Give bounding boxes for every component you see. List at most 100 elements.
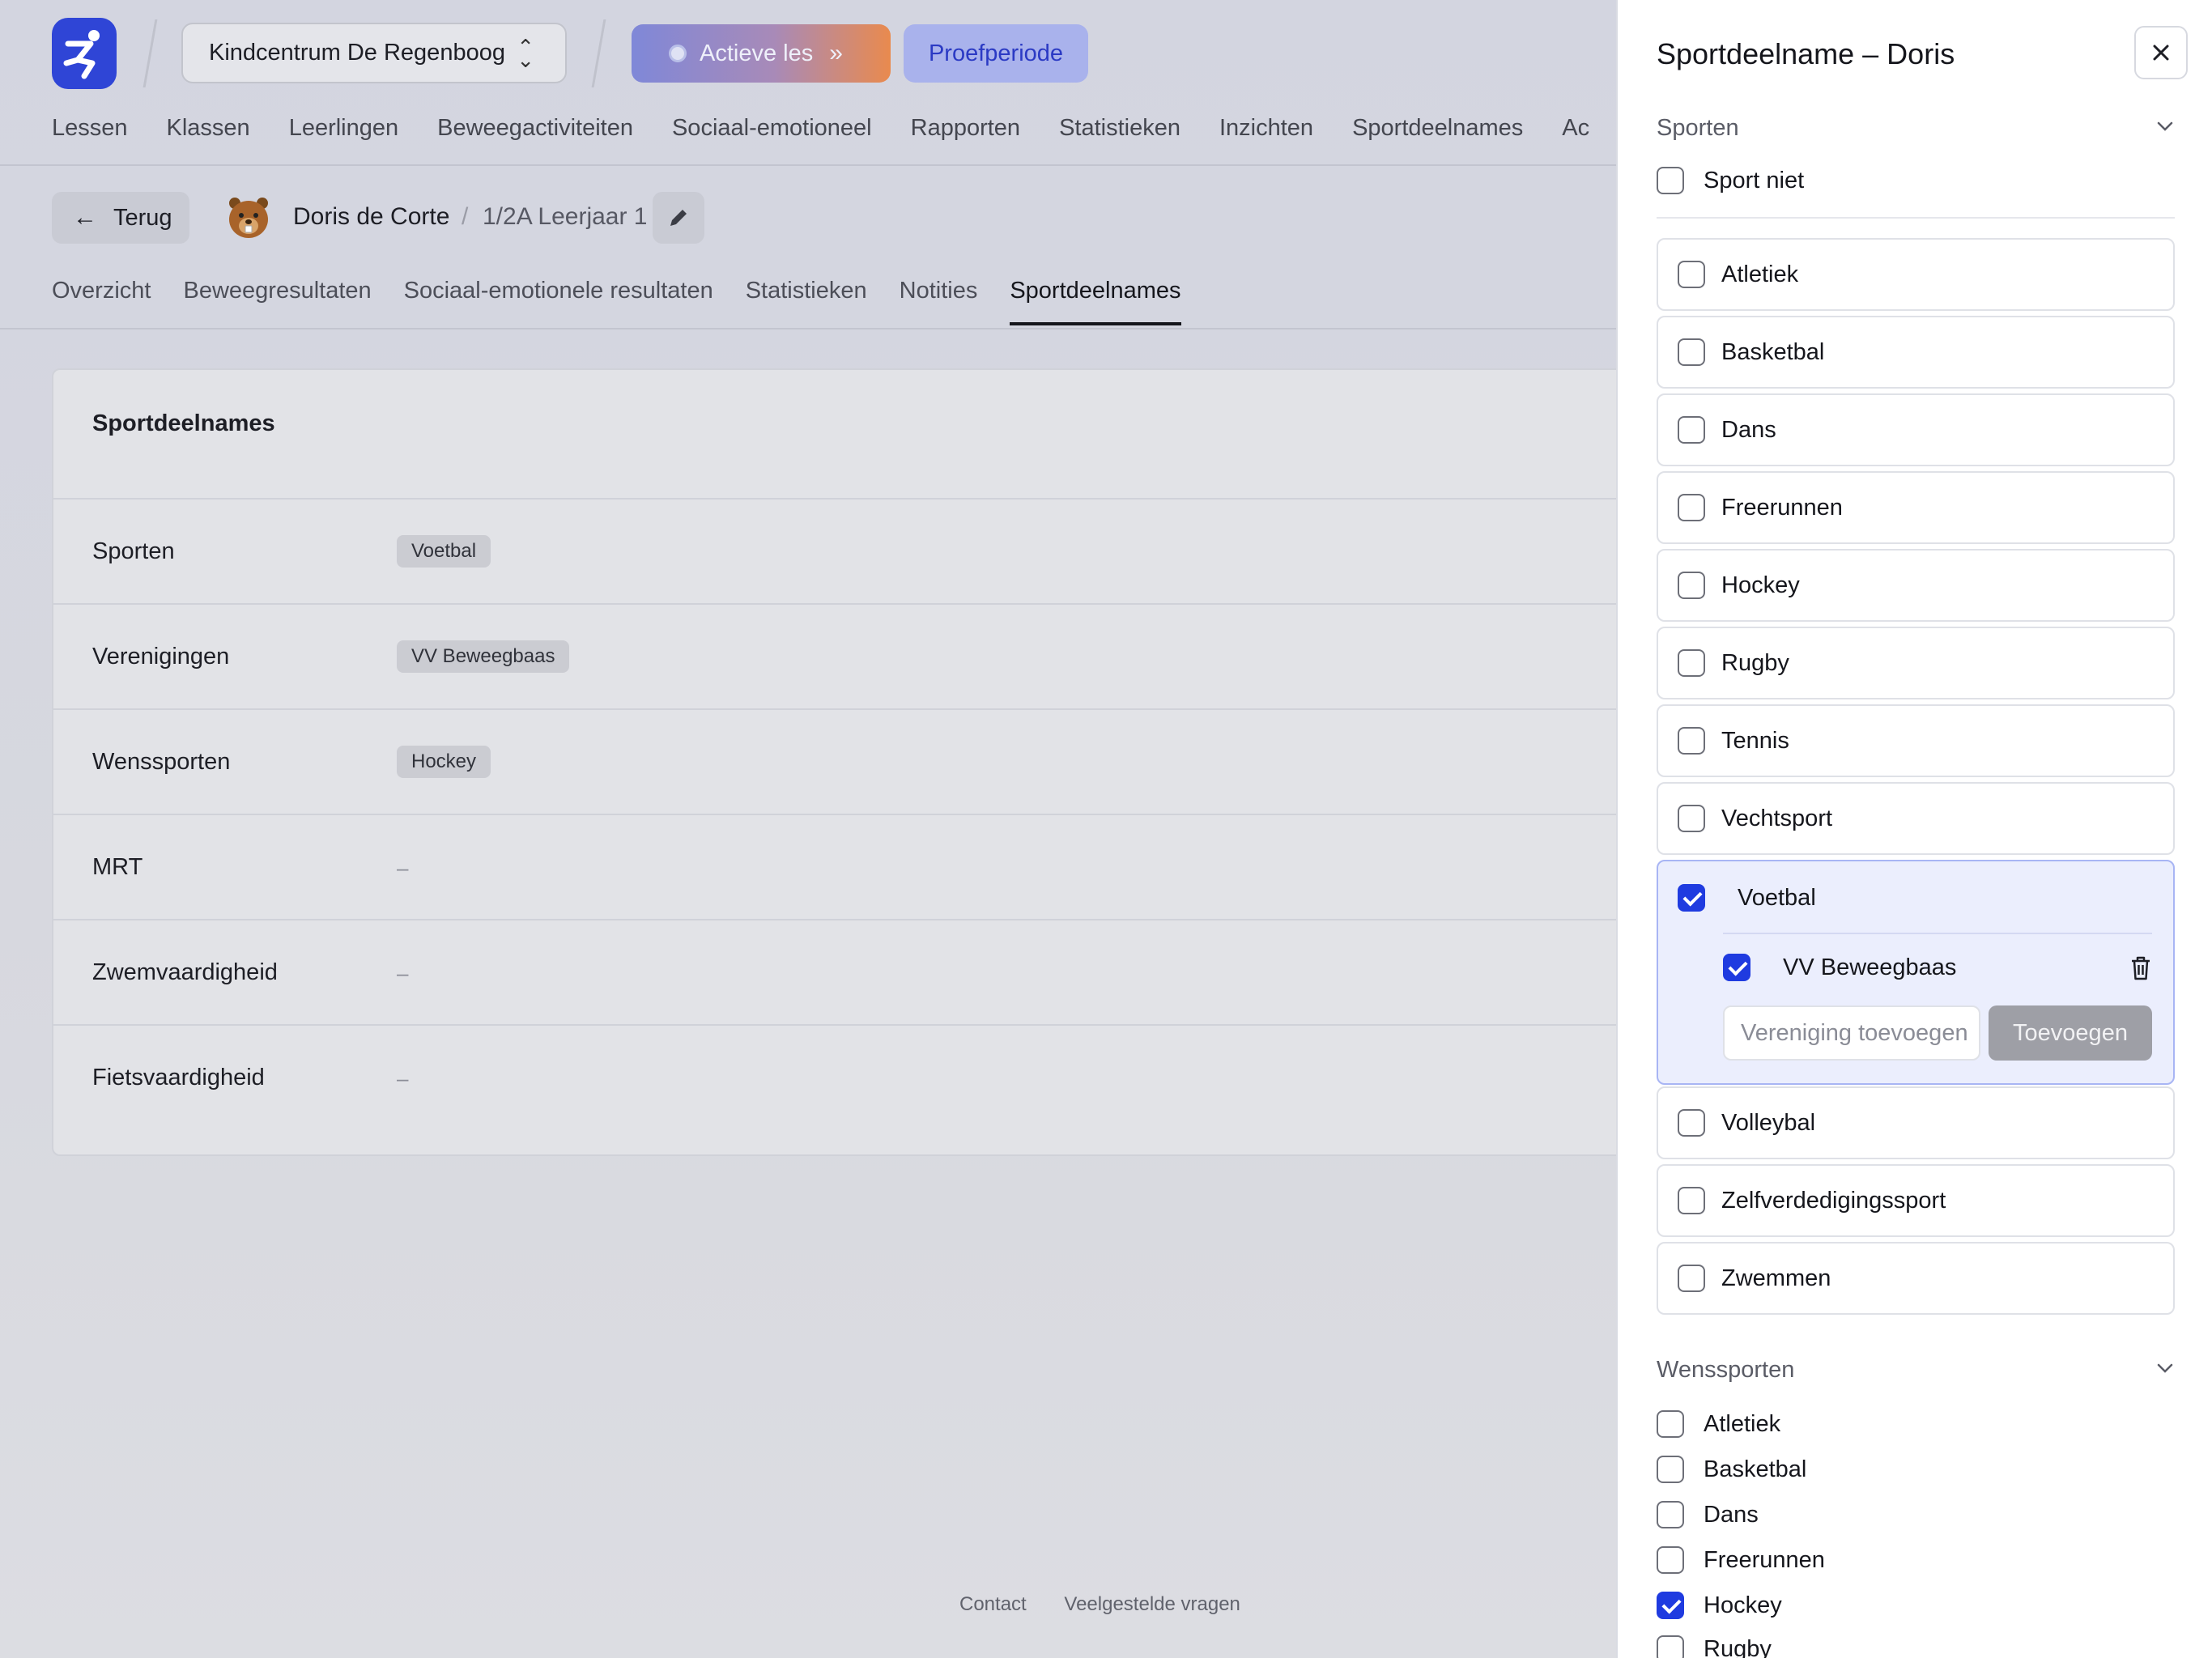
checkbox[interactable] — [1678, 261, 1705, 288]
chevron-updown-icon: ⌃ ⌄ — [517, 35, 534, 72]
empty-value: – — [397, 1066, 409, 1090]
checkbox[interactable] — [1678, 805, 1705, 832]
nav-leerlingen[interactable]: Leerlingen — [289, 115, 398, 142]
checkbox[interactable] — [1657, 1501, 1684, 1528]
sport-option-hockey[interactable]: Hockey — [1657, 549, 2175, 622]
footer-link-contact[interactable]: Contact — [959, 1593, 1027, 1615]
checkbox-checked[interactable] — [1657, 1592, 1684, 1619]
chevron-down-icon — [2157, 1363, 2173, 1373]
sport-option-basketbal[interactable]: Basketbal — [1657, 316, 2175, 389]
option-label: Basketbal — [1704, 1456, 1807, 1482]
club-option[interactable]: VV Beweegbaas — [1723, 954, 1956, 981]
back-button-label: Terug — [113, 204, 172, 231]
wish-sport-chip: Hockey — [397, 746, 491, 778]
checkbox[interactable] — [1678, 1265, 1705, 1292]
sports-section-header[interactable]: Sporten — [1657, 115, 2175, 142]
tab-sociaal-emotionele-resultaten[interactable]: Sociaal-emotionele resultaten — [404, 278, 713, 325]
checkbox[interactable] — [1678, 338, 1705, 366]
sport-option-voetbal[interactable]: Voetbal VV Beweegbaas Toevoegen — [1657, 860, 2175, 1085]
student-tabs: Overzicht Beweegresultaten Sociaal-emoti… — [52, 278, 1214, 325]
nav-sociaal-emotioneel[interactable]: Sociaal-emotioneel — [672, 115, 872, 142]
sport-option-head[interactable]: Voetbal — [1678, 884, 1816, 912]
checkbox[interactable] — [1657, 1456, 1684, 1483]
checkbox[interactable] — [1678, 1109, 1705, 1137]
school-select-label: Kindcentrum De Regenboog — [209, 40, 505, 66]
checkbox[interactable] — [1678, 572, 1705, 599]
row-label: Sporten — [92, 538, 175, 564]
club-input[interactable] — [1723, 1005, 1980, 1061]
checkbox[interactable] — [1657, 167, 1684, 194]
checkbox[interactable] — [1657, 1410, 1684, 1438]
nav-rapporten[interactable]: Rapporten — [911, 115, 1020, 142]
sport-option-zwemmen[interactable]: Zwemmen — [1657, 1242, 2175, 1315]
top-bar: Kindcentrum De Regenboog ⌃ ⌄ Actieve les … — [0, 0, 1616, 166]
option-label: Hockey — [1704, 1592, 1782, 1618]
wish-option-dans[interactable]: Dans — [1657, 1501, 1759, 1528]
nav-klassen[interactable]: Klassen — [167, 115, 250, 142]
tab-overzicht[interactable]: Overzicht — [52, 278, 151, 325]
option-label: Rugby — [1721, 649, 1789, 676]
club-label: VV Beweegbaas — [1783, 954, 1957, 980]
close-button[interactable] — [2134, 26, 2188, 79]
nav-inzichten[interactable]: Inzichten — [1219, 115, 1313, 142]
drawer-title: Sportdeelname – Doris — [1657, 37, 1955, 70]
checkbox[interactable] — [1678, 649, 1705, 677]
sport-none-option[interactable]: Sport niet — [1657, 167, 1804, 194]
checkbox[interactable] — [1657, 1635, 1684, 1658]
nav-statistieken[interactable]: Statistieken — [1059, 115, 1180, 142]
checkbox-checked[interactable] — [1723, 954, 1750, 981]
wish-option-basketbal[interactable]: Basketbal — [1657, 1456, 1806, 1483]
sport-option-dans[interactable]: Dans — [1657, 393, 2175, 466]
wish-option-hockey[interactable]: Hockey — [1657, 1592, 1782, 1619]
option-label: Dans — [1704, 1501, 1759, 1528]
checkbox[interactable] — [1678, 727, 1705, 755]
info-row-zwemvaardigheid: Zwemvaardigheid – — [53, 920, 1616, 1026]
student-name: Doris de Corte — [293, 203, 450, 230]
nav-beweegactiviteiten[interactable]: Beweegactiviteiten — [437, 115, 633, 142]
nav-lessen[interactable]: Lessen — [52, 115, 128, 142]
sport-option-vechtsport[interactable]: Vechtsport — [1657, 782, 2175, 855]
checkbox[interactable] — [1678, 1187, 1705, 1214]
checkbox-checked[interactable] — [1678, 884, 1705, 912]
row-label: Zwemvaardigheid — [92, 959, 278, 985]
add-club-button[interactable]: Toevoegen — [1989, 1005, 2152, 1061]
wish-option-rugby[interactable]: Rugby — [1657, 1635, 1772, 1658]
trash-icon[interactable] — [2129, 955, 2152, 981]
sport-option-freerunnen[interactable]: Freerunnen — [1657, 471, 2175, 544]
tab-statistieken[interactable]: Statistieken — [746, 278, 867, 325]
edit-student-button[interactable] — [653, 192, 704, 244]
beaver-avatar-icon — [229, 198, 268, 238]
sport-option-zelfverdedigingssport[interactable]: Zelfverdedigingssport — [1657, 1164, 2175, 1237]
checkbox[interactable] — [1657, 1546, 1684, 1574]
wish-sports-section-header[interactable]: Wenssporten — [1657, 1357, 2175, 1384]
divider — [143, 19, 158, 87]
option-label: Basketbal — [1721, 338, 1825, 365]
wish-option-atletiek[interactable]: Atletiek — [1657, 1410, 1780, 1438]
sport-option-volleybal[interactable]: Volleybal — [1657, 1086, 2175, 1159]
school-select[interactable]: Kindcentrum De Regenboog ⌃ ⌄ — [181, 23, 567, 83]
sport-option-atletiek[interactable]: Atletiek — [1657, 238, 2175, 311]
option-label: Dans — [1721, 416, 1776, 443]
trial-button[interactable]: Proefperiode — [904, 24, 1088, 83]
tab-sportdeelnames[interactable]: Sportdeelnames — [1010, 278, 1181, 325]
footer-link-faq[interactable]: Veelgestelde vragen — [1064, 1593, 1240, 1615]
sport-option-rugby[interactable]: Rugby — [1657, 627, 2175, 699]
tab-notities[interactable]: Notities — [900, 278, 978, 325]
nav-truncated-item[interactable]: Ac — [1562, 115, 1589, 142]
tab-beweegresultaten[interactable]: Beweegresultaten — [183, 278, 371, 325]
checkbox[interactable] — [1678, 494, 1705, 521]
info-row-wenssporten: Wenssporten Hockey — [53, 710, 1616, 815]
option-label: Sport niet — [1704, 167, 1805, 193]
active-lesson-button[interactable]: Actieve les » — [632, 24, 891, 83]
option-label: Hockey — [1721, 572, 1800, 598]
back-button[interactable]: ← Terug — [52, 192, 189, 244]
empty-value: – — [397, 856, 409, 880]
card-title: Sportdeelnames — [92, 410, 275, 436]
sport-option-tennis[interactable]: Tennis — [1657, 704, 2175, 777]
nav-sportdeelnames[interactable]: Sportdeelnames — [1352, 115, 1523, 142]
checkbox[interactable] — [1678, 416, 1705, 444]
footer: Contact Veelgestelde vragen — [959, 1593, 1273, 1616]
wish-option-freerunnen[interactable]: Freerunnen — [1657, 1546, 1825, 1574]
app-logo[interactable] — [52, 18, 117, 89]
option-label: Zelfverdedigingssport — [1721, 1187, 1946, 1214]
